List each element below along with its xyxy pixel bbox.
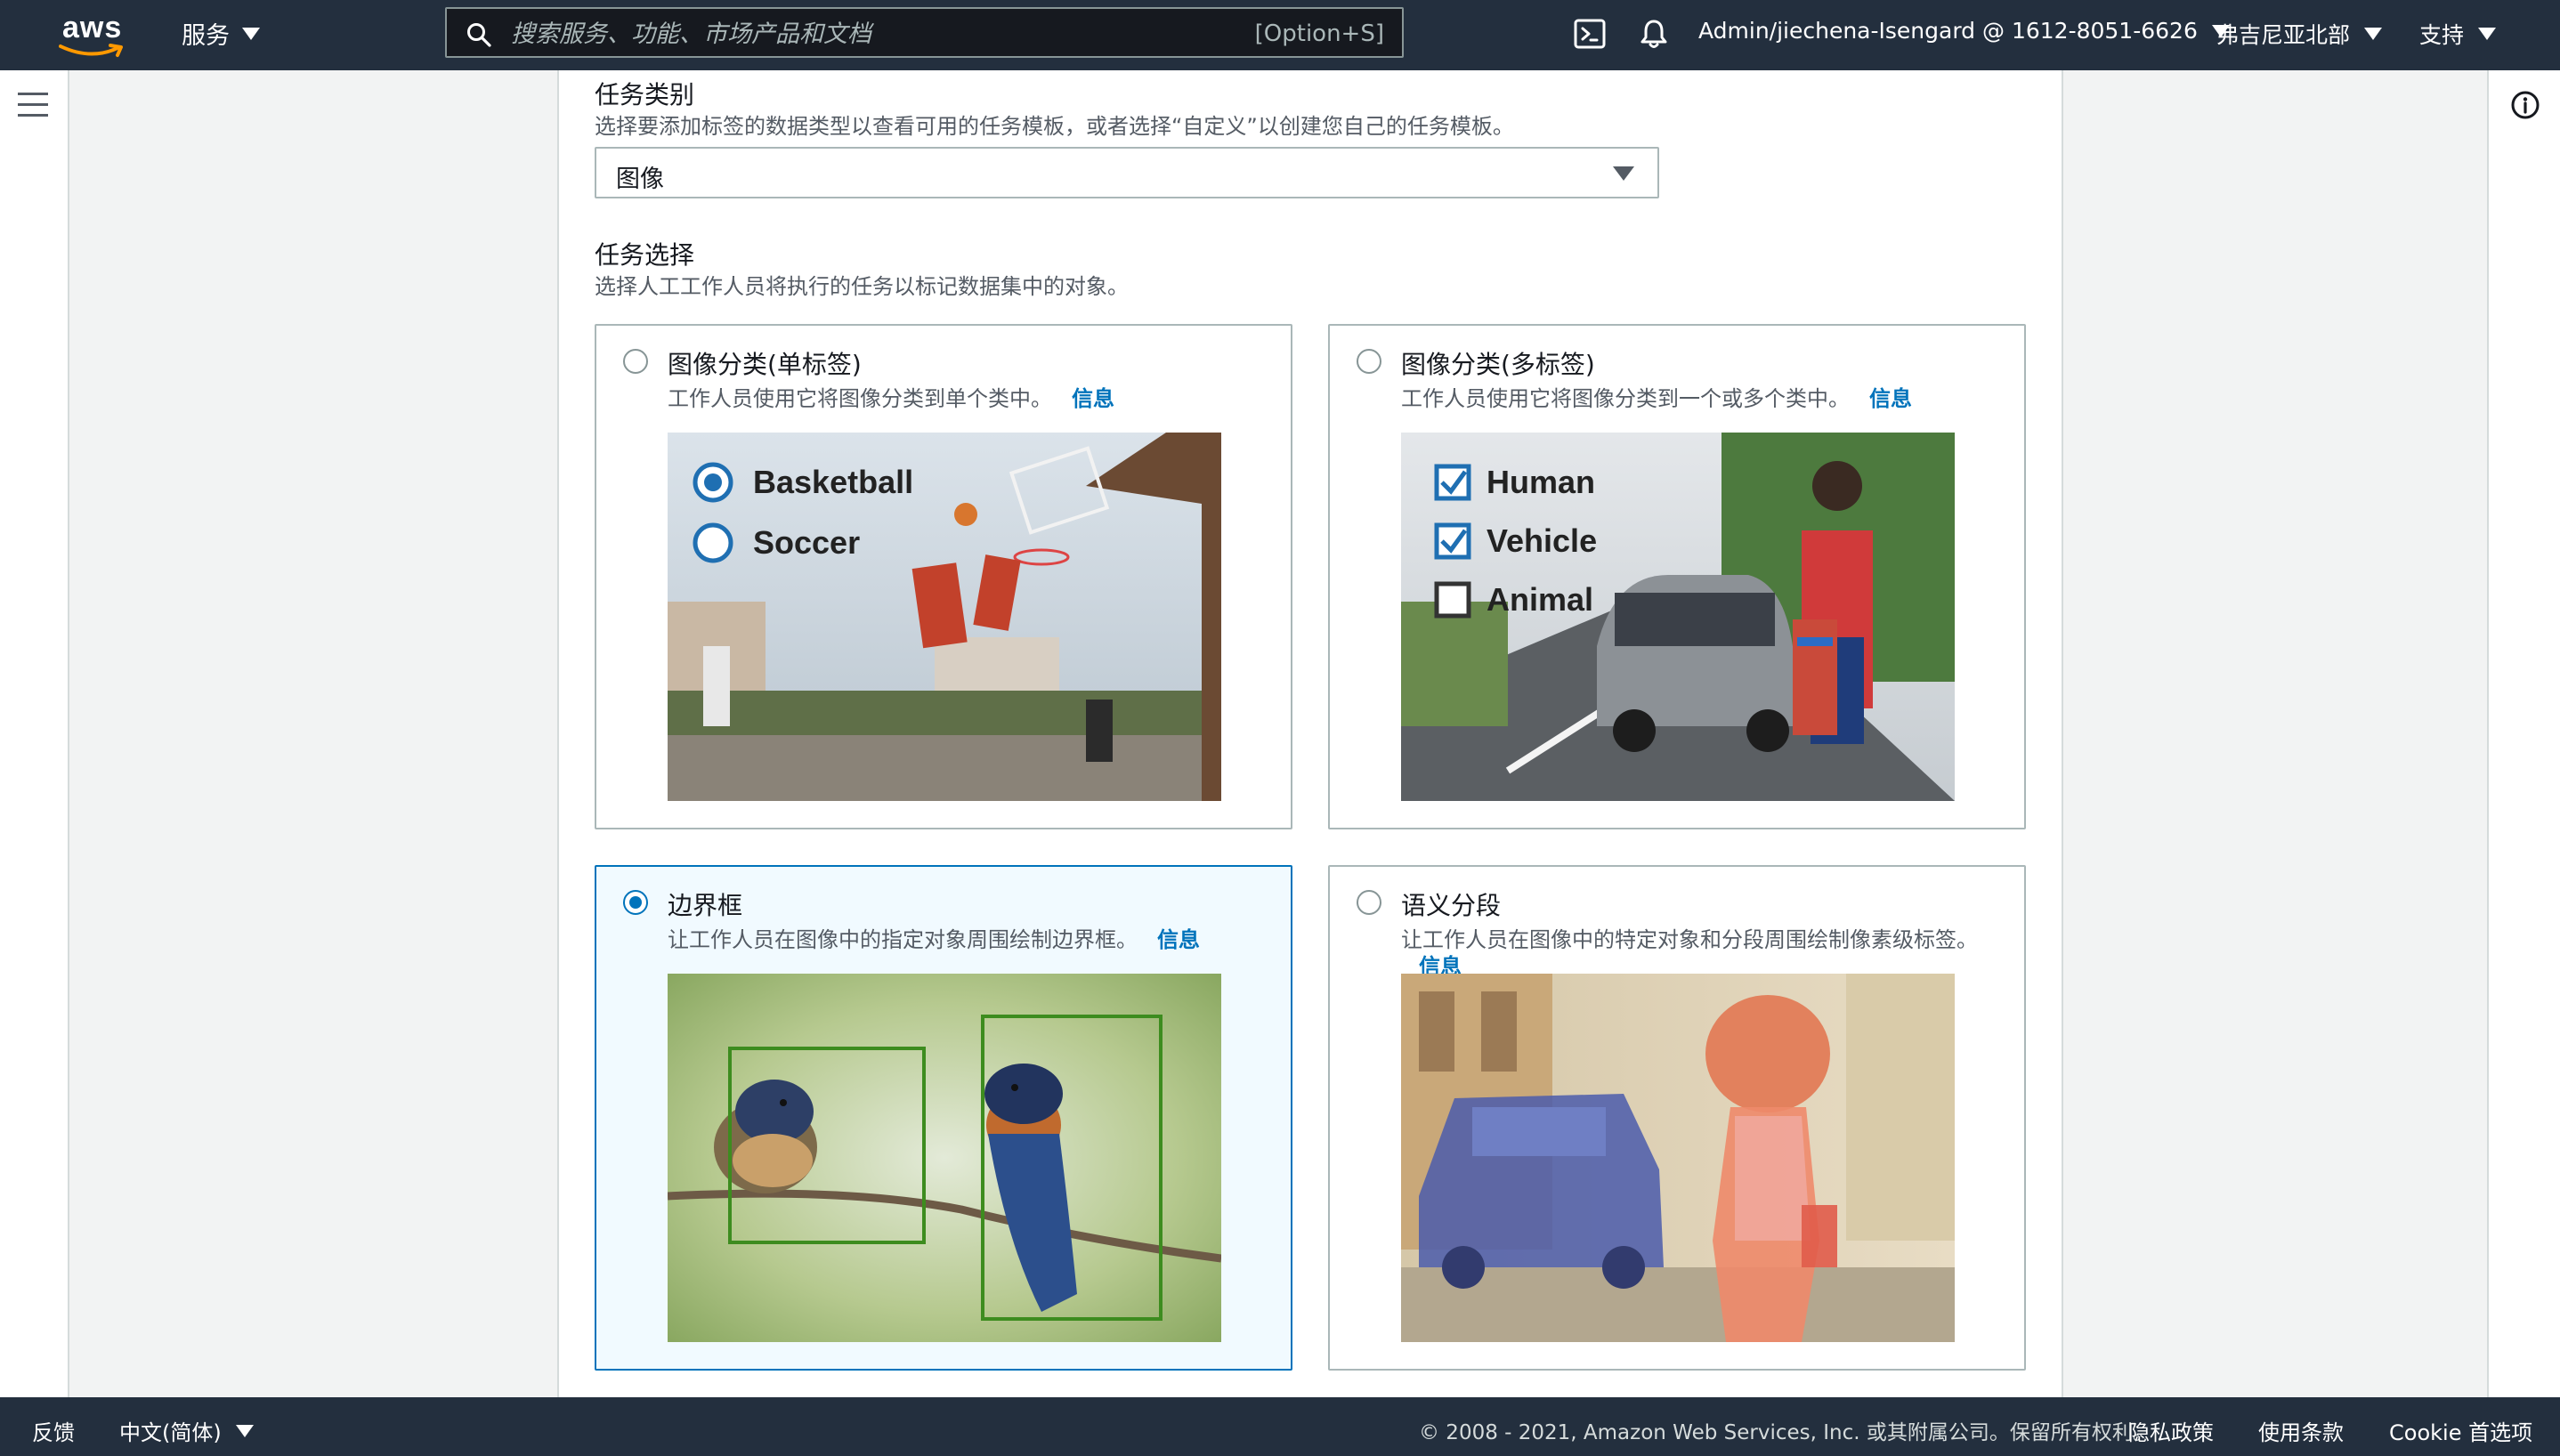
search-icon [467, 23, 491, 47]
info-link[interactable]: 信息 [1157, 927, 1200, 952]
card-description: 工作人员使用它将图像分类到一个或多个类中。 信息 [1401, 381, 1912, 412]
card-description: 工作人员使用它将图像分类到单个类中。 信息 [668, 381, 1114, 412]
info-link[interactable]: 信息 [1869, 386, 1912, 411]
left-gutter [69, 70, 559, 1397]
support-label: 支持 [2419, 22, 2465, 48]
aws-logo-text: aws [62, 11, 123, 44]
search-box[interactable]: [Option+S] [445, 7, 1404, 58]
task-category-selected-value: 图像 [616, 166, 664, 193]
region-menu[interactable]: 弗吉尼亚北部 [2216, 18, 2383, 50]
task-card-image-classification-multi[interactable]: 图像分类(多标签) 工作人员使用它将图像分类到一个或多个类中。 信息 Human… [1328, 324, 2026, 829]
card-description: 让工作人员在图像中的特定对象和分段周围绘制像素级标签。 [1401, 927, 1978, 952]
services-label: 服务 [182, 22, 230, 50]
bell-icon[interactable] [1636, 16, 1672, 52]
birds-example-image [668, 974, 1221, 1342]
chevron-down-icon [235, 1424, 254, 1437]
basketball-example-image: Basketball Soccer [668, 433, 1221, 801]
top-navigation-bar: aws 服务 [Option+S] Admin/jiechena-Isengar… [0, 0, 2560, 70]
street-example-image: Human Vehicle Animal [1401, 433, 1955, 801]
account-menu[interactable]: Admin/jiechena-Isengard @ 1612-8051-6626 [1698, 18, 2230, 44]
info-link[interactable]: 信息 [1072, 386, 1114, 411]
support-menu[interactable]: 支持 [2419, 18, 2497, 50]
services-menu[interactable]: 服务 [182, 16, 260, 51]
street-segmentation-example-image [1401, 974, 1955, 1342]
task-category-select[interactable]: 图像 [595, 147, 1659, 198]
card-title: 图像分类(多标签) [1401, 350, 1595, 379]
task-card-bounding-box[interactable]: 边界框 让工作人员在图像中的指定对象周围绘制边界框。 信息 [595, 865, 1292, 1371]
cloudshell-icon[interactable] [1572, 16, 1608, 52]
image-label-human: Human [1487, 464, 1595, 500]
task-category-title: 任务类别 [595, 80, 695, 109]
info-circle-icon[interactable] [2510, 90, 2540, 120]
search-input[interactable] [509, 14, 1243, 53]
search-shortcut-hint: [Option+S] [1254, 20, 1384, 47]
task-card-image-classification-single[interactable]: 图像分类(单标签) 工作人员使用它将图像分类到单个类中。 信息 Basketba… [595, 324, 1292, 829]
card-title: 语义分段 [1401, 891, 1502, 920]
right-gutter [2062, 70, 2489, 1397]
left-side-rail [0, 70, 69, 1397]
task-category-description: 选择要添加标签的数据类型以查看可用的任务模板，或者选择“自定义”以创建您自己的任… [595, 114, 1514, 139]
chevron-down-icon [242, 27, 260, 40]
card-description-text: 工作人员使用它将图像分类到一个或多个类中。 [1401, 386, 1850, 411]
card-description-text: 让工作人员在图像中的指定对象周围绘制边界框。 [668, 927, 1138, 952]
task-selection-title: 任务选择 [595, 240, 695, 270]
radio-button[interactable] [1357, 349, 1381, 374]
task-selection-description: 选择人工工作人员将执行的任务以标记数据集中的对象。 [595, 274, 1129, 299]
privacy-link[interactable]: 隐私政策 [2128, 1415, 2214, 1446]
chevron-down-icon [2478, 28, 2497, 40]
aws-smile-icon [59, 44, 123, 57]
cookie-preferences-link[interactable]: Cookie 首选项 [2389, 1415, 2532, 1446]
card-description-text: 工作人员使用它将图像分类到单个类中。 [668, 386, 1052, 411]
copyright-text: © 2008 - 2021, Amazon Web Services, Inc.… [1419, 1421, 2153, 1444]
caret-down-icon [1613, 166, 1634, 181]
footer-bar: 反馈 中文(简体) © 2008 - 2021, Amazon Web Serv… [0, 1397, 2560, 1456]
language-selector[interactable]: 中文(简体) [119, 1415, 254, 1446]
terms-link[interactable]: 使用条款 [2258, 1415, 2344, 1446]
hamburger-menu-icon[interactable] [18, 93, 48, 119]
card-title: 边界框 [668, 891, 743, 920]
chevron-down-icon [2364, 28, 2383, 40]
radio-button[interactable] [623, 349, 648, 374]
image-label-basketball: Basketball [753, 464, 913, 500]
region-label: 弗吉尼亚北部 [2216, 22, 2351, 48]
main-content: 任务类别 选择要添加标签的数据类型以查看可用的任务模板，或者选择“自定义”以创建… [559, 70, 2060, 1397]
card-title: 图像分类(单标签) [668, 350, 862, 379]
aws-logo[interactable]: aws [57, 11, 128, 61]
radio-button[interactable] [1357, 890, 1381, 915]
feedback-link[interactable]: 反馈 [32, 1415, 75, 1446]
radio-button[interactable] [623, 890, 648, 915]
image-label-animal: Animal [1487, 581, 1593, 618]
language-label: 中文(简体) [119, 1420, 222, 1445]
card-description: 让工作人员在图像中的指定对象周围绘制边界框。 信息 [668, 922, 1200, 953]
image-label-soccer: Soccer [753, 524, 860, 561]
image-label-vehicle: Vehicle [1487, 522, 1597, 559]
right-side-rail [2487, 70, 2560, 1397]
account-label: Admin/jiechena-Isengard @ 1612-8051-6626 [1698, 18, 2198, 44]
task-card-semantic-segmentation[interactable]: 语义分段 让工作人员在图像中的特定对象和分段周围绘制像素级标签。 信息 [1328, 865, 2026, 1371]
